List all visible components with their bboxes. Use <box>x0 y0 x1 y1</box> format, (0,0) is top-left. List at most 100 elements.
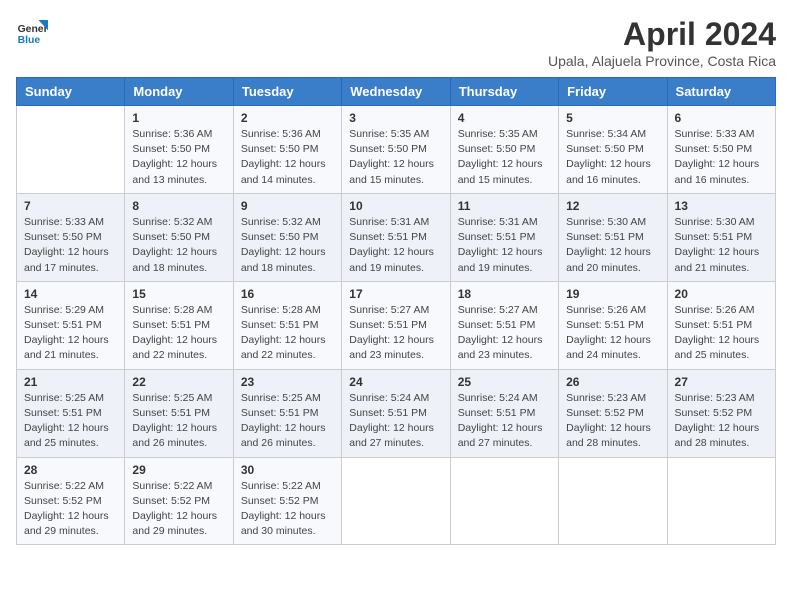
day-number: 1 <box>132 111 225 125</box>
daylight-text: Daylight: 12 hours and 23 minutes. <box>458 334 543 361</box>
calendar-cell: 27 Sunrise: 5:23 AM Sunset: 5:52 PM Dayl… <box>667 369 775 457</box>
calendar-week-2: 7 Sunrise: 5:33 AM Sunset: 5:50 PM Dayli… <box>17 193 776 281</box>
sunrise-text: Sunrise: 5:33 AM <box>675 128 755 140</box>
daylight-text: Daylight: 12 hours and 18 minutes. <box>132 246 217 273</box>
daylight-text: Daylight: 12 hours and 27 minutes. <box>458 422 543 449</box>
day-number: 19 <box>566 287 659 301</box>
day-number: 17 <box>349 287 442 301</box>
daylight-text: Daylight: 12 hours and 13 minutes. <box>132 158 217 185</box>
day-info: Sunrise: 5:35 AM Sunset: 5:50 PM Dayligh… <box>458 127 551 188</box>
calendar-cell: 30 Sunrise: 5:22 AM Sunset: 5:52 PM Dayl… <box>233 457 341 545</box>
daylight-text: Daylight: 12 hours and 23 minutes. <box>349 334 434 361</box>
sunset-text: Sunset: 5:51 PM <box>349 407 427 419</box>
calendar-cell: 14 Sunrise: 5:29 AM Sunset: 5:51 PM Dayl… <box>17 281 125 369</box>
daylight-text: Daylight: 12 hours and 22 minutes. <box>241 334 326 361</box>
calendar-cell: 19 Sunrise: 5:26 AM Sunset: 5:51 PM Dayl… <box>559 281 667 369</box>
day-number: 13 <box>675 199 768 213</box>
sunrise-text: Sunrise: 5:28 AM <box>241 304 321 316</box>
sunrise-text: Sunrise: 5:35 AM <box>349 128 429 140</box>
sunset-text: Sunset: 5:51 PM <box>24 319 102 331</box>
daylight-text: Daylight: 12 hours and 16 minutes. <box>675 158 760 185</box>
daylight-text: Daylight: 12 hours and 15 minutes. <box>349 158 434 185</box>
day-number: 26 <box>566 375 659 389</box>
day-info: Sunrise: 5:34 AM Sunset: 5:50 PM Dayligh… <box>566 127 659 188</box>
calendar-cell: 28 Sunrise: 5:22 AM Sunset: 5:52 PM Dayl… <box>17 457 125 545</box>
day-info: Sunrise: 5:31 AM Sunset: 5:51 PM Dayligh… <box>458 215 551 276</box>
day-info: Sunrise: 5:22 AM Sunset: 5:52 PM Dayligh… <box>241 479 334 540</box>
daylight-text: Daylight: 12 hours and 29 minutes. <box>24 510 109 537</box>
day-number: 25 <box>458 375 551 389</box>
day-info: Sunrise: 5:23 AM Sunset: 5:52 PM Dayligh… <box>675 391 768 452</box>
daylight-text: Daylight: 12 hours and 30 minutes. <box>241 510 326 537</box>
day-number: 5 <box>566 111 659 125</box>
sunrise-text: Sunrise: 5:30 AM <box>566 216 646 228</box>
sunset-text: Sunset: 5:51 PM <box>132 319 210 331</box>
day-number: 15 <box>132 287 225 301</box>
sunset-text: Sunset: 5:50 PM <box>349 143 427 155</box>
calendar-cell: 20 Sunrise: 5:26 AM Sunset: 5:51 PM Dayl… <box>667 281 775 369</box>
day-number: 24 <box>349 375 442 389</box>
calendar-cell <box>667 457 775 545</box>
day-number: 22 <box>132 375 225 389</box>
day-info: Sunrise: 5:33 AM Sunset: 5:50 PM Dayligh… <box>24 215 117 276</box>
day-info: Sunrise: 5:22 AM Sunset: 5:52 PM Dayligh… <box>132 479 225 540</box>
sunset-text: Sunset: 5:51 PM <box>675 319 753 331</box>
daylight-text: Daylight: 12 hours and 24 minutes. <box>566 334 651 361</box>
sunrise-text: Sunrise: 5:36 AM <box>241 128 321 140</box>
daylight-text: Daylight: 12 hours and 28 minutes. <box>566 422 651 449</box>
sunrise-text: Sunrise: 5:22 AM <box>132 480 212 492</box>
title-block: April 2024 Upala, Alajuela Province, Cos… <box>548 16 776 69</box>
sunrise-text: Sunrise: 5:28 AM <box>132 304 212 316</box>
sunrise-text: Sunrise: 5:25 AM <box>241 392 321 404</box>
calendar-cell: 18 Sunrise: 5:27 AM Sunset: 5:51 PM Dayl… <box>450 281 558 369</box>
day-info: Sunrise: 5:28 AM Sunset: 5:51 PM Dayligh… <box>132 303 225 364</box>
daylight-text: Daylight: 12 hours and 26 minutes. <box>132 422 217 449</box>
sunset-text: Sunset: 5:51 PM <box>566 319 644 331</box>
sunrise-text: Sunrise: 5:26 AM <box>675 304 755 316</box>
calendar-cell: 3 Sunrise: 5:35 AM Sunset: 5:50 PM Dayli… <box>342 106 450 194</box>
calendar-cell: 16 Sunrise: 5:28 AM Sunset: 5:51 PM Dayl… <box>233 281 341 369</box>
sunrise-text: Sunrise: 5:33 AM <box>24 216 104 228</box>
day-number: 4 <box>458 111 551 125</box>
calendar-table: SundayMondayTuesdayWednesdayThursdayFrid… <box>16 77 776 545</box>
day-number: 23 <box>241 375 334 389</box>
day-info: Sunrise: 5:26 AM Sunset: 5:51 PM Dayligh… <box>675 303 768 364</box>
sunrise-text: Sunrise: 5:31 AM <box>458 216 538 228</box>
page-header: General Blue April 2024 Upala, Alajuela … <box>16 16 776 69</box>
daylight-text: Daylight: 12 hours and 19 minutes. <box>458 246 543 273</box>
weekday-header-wednesday: Wednesday <box>342 78 450 106</box>
calendar-cell: 6 Sunrise: 5:33 AM Sunset: 5:50 PM Dayli… <box>667 106 775 194</box>
day-info: Sunrise: 5:33 AM Sunset: 5:50 PM Dayligh… <box>675 127 768 188</box>
calendar-cell: 9 Sunrise: 5:32 AM Sunset: 5:50 PM Dayli… <box>233 193 341 281</box>
day-info: Sunrise: 5:30 AM Sunset: 5:51 PM Dayligh… <box>566 215 659 276</box>
day-number: 8 <box>132 199 225 213</box>
sunrise-text: Sunrise: 5:23 AM <box>675 392 755 404</box>
sunrise-text: Sunrise: 5:34 AM <box>566 128 646 140</box>
day-info: Sunrise: 5:32 AM Sunset: 5:50 PM Dayligh… <box>241 215 334 276</box>
day-info: Sunrise: 5:28 AM Sunset: 5:51 PM Dayligh… <box>241 303 334 364</box>
day-number: 27 <box>675 375 768 389</box>
daylight-text: Daylight: 12 hours and 20 minutes. <box>566 246 651 273</box>
day-info: Sunrise: 5:24 AM Sunset: 5:51 PM Dayligh… <box>458 391 551 452</box>
daylight-text: Daylight: 12 hours and 21 minutes. <box>675 246 760 273</box>
day-number: 6 <box>675 111 768 125</box>
sunrise-text: Sunrise: 5:24 AM <box>349 392 429 404</box>
day-number: 7 <box>24 199 117 213</box>
calendar-cell: 11 Sunrise: 5:31 AM Sunset: 5:51 PM Dayl… <box>450 193 558 281</box>
day-info: Sunrise: 5:25 AM Sunset: 5:51 PM Dayligh… <box>241 391 334 452</box>
day-info: Sunrise: 5:25 AM Sunset: 5:51 PM Dayligh… <box>132 391 225 452</box>
calendar-cell: 15 Sunrise: 5:28 AM Sunset: 5:51 PM Dayl… <box>125 281 233 369</box>
sunset-text: Sunset: 5:51 PM <box>24 407 102 419</box>
day-info: Sunrise: 5:31 AM Sunset: 5:51 PM Dayligh… <box>349 215 442 276</box>
weekday-header-row: SundayMondayTuesdayWednesdayThursdayFrid… <box>17 78 776 106</box>
sunrise-text: Sunrise: 5:22 AM <box>241 480 321 492</box>
calendar-cell: 12 Sunrise: 5:30 AM Sunset: 5:51 PM Dayl… <box>559 193 667 281</box>
sunset-text: Sunset: 5:50 PM <box>132 231 210 243</box>
calendar-week-3: 14 Sunrise: 5:29 AM Sunset: 5:51 PM Dayl… <box>17 281 776 369</box>
calendar-cell: 2 Sunrise: 5:36 AM Sunset: 5:50 PM Dayli… <box>233 106 341 194</box>
sunrise-text: Sunrise: 5:36 AM <box>132 128 212 140</box>
calendar-cell: 29 Sunrise: 5:22 AM Sunset: 5:52 PM Dayl… <box>125 457 233 545</box>
daylight-text: Daylight: 12 hours and 22 minutes. <box>132 334 217 361</box>
sunrise-text: Sunrise: 5:22 AM <box>24 480 104 492</box>
day-number: 28 <box>24 463 117 477</box>
